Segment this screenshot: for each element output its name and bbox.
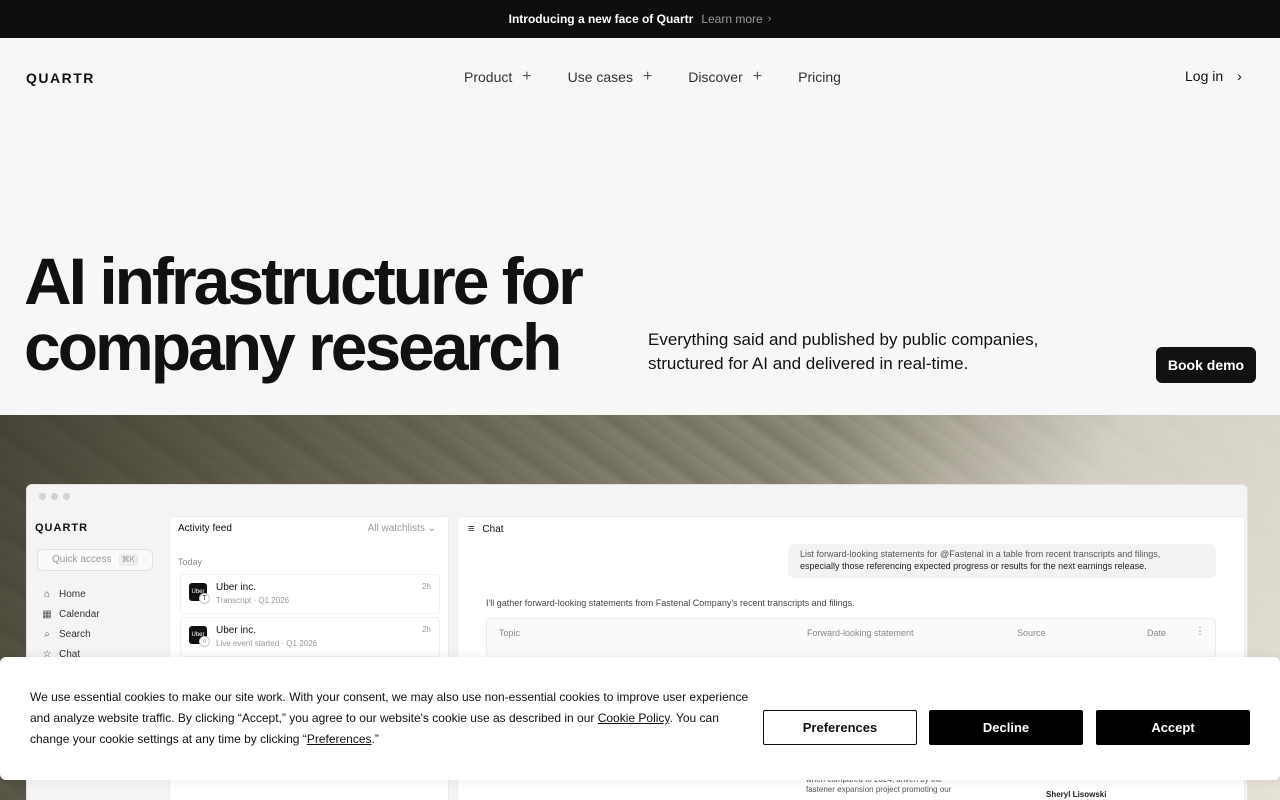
quick-access-input[interactable]: Quick access ⌘K [37, 549, 153, 571]
chevron-right-icon: › [767, 13, 772, 25]
company-name: Uber inc. [216, 582, 257, 593]
nav-item-pricing[interactable]: Pricing [798, 68, 841, 86]
nav-item-discover[interactable]: Discover + [688, 68, 762, 86]
nav-item-label: Use cases [567, 69, 633, 85]
cookie-banner: We use essential cookies to make our sit… [0, 657, 1280, 780]
quick-access-label: Quick access [52, 554, 112, 565]
separator: · [281, 639, 285, 648]
item-time: 2h [422, 625, 431, 634]
item-period: Q1 2026 [258, 596, 290, 605]
sidebar-item-label: Home [59, 589, 86, 600]
sidebar-item-label: Calendar [59, 609, 100, 620]
prompt-line2: especially those referencing expected pr… [800, 561, 1147, 571]
activity-feed-title: Activity feed [178, 523, 232, 534]
sidebar-item-calendar[interactable]: ▦ Calendar [41, 609, 100, 620]
plus-icon: + [752, 68, 763, 85]
nav-item-use-cases[interactable]: Use cases + [568, 68, 653, 86]
login-link[interactable]: Log in › [1185, 68, 1242, 84]
search-icon: ⌕ [44, 629, 50, 640]
chat-header: ≡ Chat [468, 523, 504, 535]
item-type: Live event started [216, 639, 280, 648]
hero-title: AI infrastructure for company research [24, 248, 644, 380]
announcement-bar: Introducing a new face of Quartr Learn m… [0, 0, 1280, 38]
item-time: 2h [422, 582, 431, 591]
assistant-reply: I'll gather forward-looking statements f… [486, 598, 855, 608]
live-event-icon: ○ [199, 636, 210, 647]
cookie-text-part3: .” [371, 732, 379, 746]
hero-title-line1: AI infrastructure for [24, 244, 584, 318]
chat-title: Chat [482, 523, 504, 535]
chevron-right-icon: › [1237, 68, 1242, 84]
separator: · [253, 596, 257, 605]
column-header: Forward-looking statement [807, 628, 914, 638]
sidebar-item-search[interactable]: ⌕ Search [41, 629, 91, 640]
top-nav: QUARTR Product + Use cases + Discover + … [0, 38, 1280, 118]
plus-icon: + [522, 68, 532, 85]
learn-more-link[interactable]: Learn more [701, 12, 762, 26]
item-meta: Live event started · Q1 2026 [216, 639, 317, 648]
quartr-logo[interactable]: QUARTR [26, 70, 95, 86]
main-menu: Product + Use cases + Discover + Pricing [464, 68, 877, 86]
hero-subtitle: Everything said and published by public … [648, 328, 1088, 376]
shortcut-badge: ⌘K [118, 554, 138, 566]
statements-table: Topic Forward-looking statement Source D… [486, 618, 1216, 658]
hero-subtitle-line2: structured for AI and delivered in real-… [648, 354, 969, 373]
plus-icon: + [642, 68, 653, 85]
menu-icon[interactable]: ≡ [468, 523, 474, 535]
nav-item-label: Discover [688, 69, 743, 85]
preferences-button[interactable]: Preferences [763, 710, 917, 745]
home-icon: ⌂ [43, 589, 51, 600]
feed-group-label: Today [178, 557, 203, 567]
window-controls [39, 493, 70, 500]
login-label: Log in [1185, 68, 1224, 84]
column-header: Date [1147, 628, 1167, 638]
prompt-line1: List forward-looking statements for @Fas… [800, 549, 1161, 559]
person-name: Sheryl Lisowski [1046, 790, 1107, 799]
user-prompt-bubble: List forward-looking statements for @Fas… [788, 544, 1216, 578]
hero-subtitle-line1: Everything said and published by public … [648, 330, 1039, 349]
app-logo: QUARTR [35, 522, 89, 534]
column-header: Source [1017, 628, 1046, 638]
item-type: Transcript [216, 596, 252, 605]
cookie-policy-link[interactable]: Cookie Policy [598, 711, 670, 725]
sidebar-item-home[interactable]: ⌂ Home [41, 589, 86, 600]
column-header: Topic [499, 628, 521, 638]
partial-line2: fastener expansion project promoting our [806, 785, 952, 794]
watchlist-filter[interactable]: All watchlists ⌄ [368, 523, 436, 534]
decline-button[interactable]: Decline [929, 710, 1083, 745]
item-period: Q1 2026 [286, 639, 317, 648]
calendar-icon: ▦ [42, 609, 52, 620]
preferences-link[interactable]: Preferences [307, 732, 372, 746]
book-demo-button[interactable]: Book demo [1156, 347, 1256, 383]
transcript-icon: T [199, 593, 210, 604]
company-name: Uber inc. [216, 625, 257, 636]
more-options-icon[interactable]: ⋮ [1195, 626, 1205, 637]
accept-button[interactable]: Accept [1096, 710, 1250, 745]
item-meta: Transcript · Q1 2026 [216, 596, 289, 605]
list-item[interactable]: Uber ○ Uber inc. Live event started · Q1… [180, 617, 440, 657]
announcement-text: Introducing a new face of Quartr [508, 12, 694, 26]
sidebar-item-label: Search [59, 629, 91, 640]
nav-item-label: Pricing [798, 69, 841, 85]
nav-item-label: Product [464, 69, 513, 85]
nav-item-product[interactable]: Product + [464, 68, 532, 86]
list-item[interactable]: Uber T Uber inc. Transcript · Q1 2026 2h [180, 574, 440, 614]
hero-title-line2: company research [24, 310, 562, 384]
cookie-text: We use essential cookies to make our sit… [30, 687, 750, 750]
